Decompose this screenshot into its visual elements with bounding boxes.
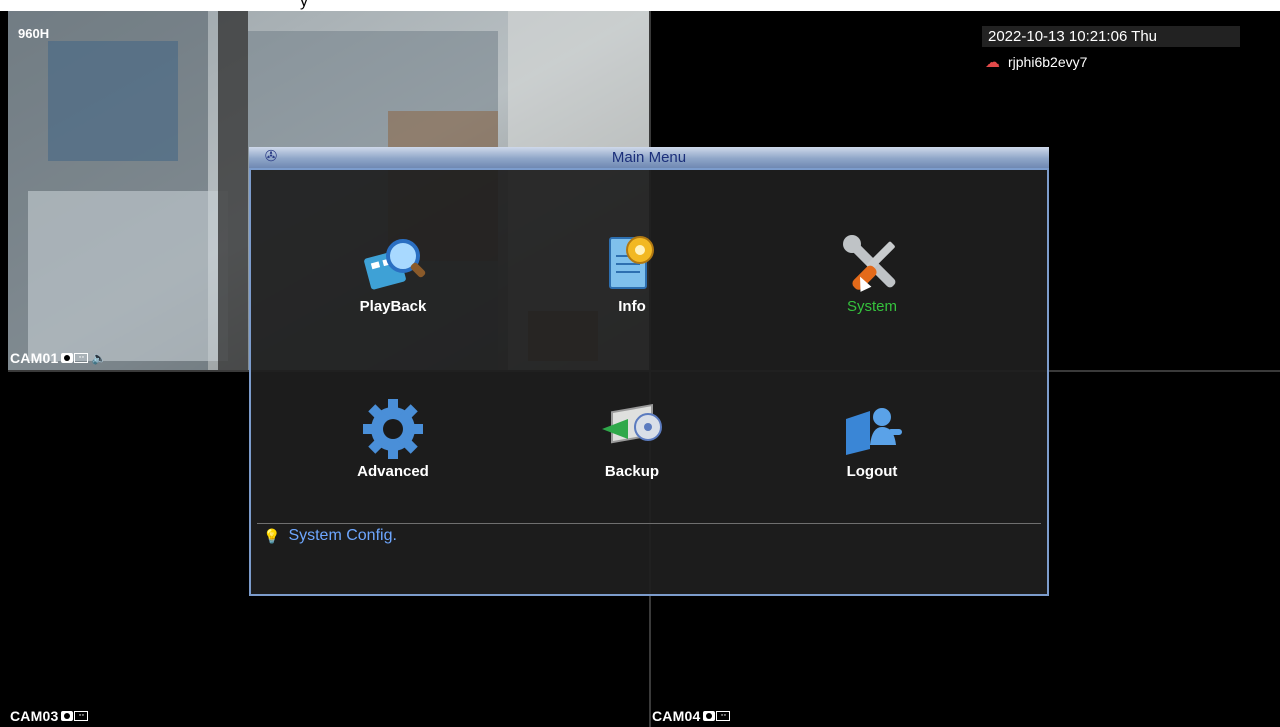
main-menu-title: Main Menu [611,149,687,166]
record-status-icon: ▫▫ [61,353,89,363]
hint-bar: 💡 System Config. [263,527,397,545]
system-tools-icon [836,232,908,296]
audio-muted-icon: 🔈 [91,351,107,365]
playback-search-icon [357,232,429,296]
camera-label-cam03: CAM03 ▫▫ [10,708,89,724]
menu-logo-icon: ✇ [264,148,278,165]
menu-item-label: System [846,298,897,315]
lightbulb-icon: 💡 [263,527,281,544]
datetime-display: 2022-10-13 10:21:06 Thu [982,26,1240,47]
menu-item-label: Backup [604,463,660,480]
menu-item-logout[interactable]: Logout [792,397,952,497]
camera-name: CAM04 [652,708,701,724]
record-status-icon: ▫▫ [61,711,89,721]
decoration-glyph: y [300,0,308,10]
menu-item-backup[interactable]: Backup [552,397,712,497]
menu-item-advanced[interactable]: Advanced [313,397,473,497]
backup-disc-icon [596,397,668,461]
camera-label-cam01: CAM01 ▫▫ 🔈 [10,350,107,366]
advanced-gear-icon [357,397,429,461]
menu-item-label: Advanced [357,463,429,480]
menu-item-system[interactable]: System [792,232,952,332]
logout-user-icon [836,397,908,461]
record-status-icon: ▫▫ [703,711,731,721]
menu-item-label: Logout [846,463,898,480]
main-menu-titlebar: ✇ Main Menu [249,147,1049,168]
camera-name: CAM03 [10,708,59,724]
main-menu-dialog: ✇ Main Menu PlayBack Info System Advance… [249,147,1049,596]
menu-item-label: PlayBack [359,298,427,315]
top-strip: y [0,0,1280,11]
menu-item-label: Info [618,298,646,315]
menu-item-info[interactable]: Info [552,232,712,332]
menu-item-playback[interactable]: PlayBack [313,232,473,332]
cloud-status-icon: ☁ [985,54,1000,71]
camera-name: CAM01 [10,350,59,366]
hint-text: System Config. [288,527,397,544]
hint-separator [257,523,1041,524]
device-id-text: rjphi6b2evy7 [1008,54,1088,70]
info-gear-doc-icon [596,232,668,296]
camera-label-cam04: CAM04 ▫▫ [652,708,731,724]
resolution-label: 960H [18,26,50,41]
cloud-device-id: ☁ rjphi6b2evy7 [985,53,1087,71]
